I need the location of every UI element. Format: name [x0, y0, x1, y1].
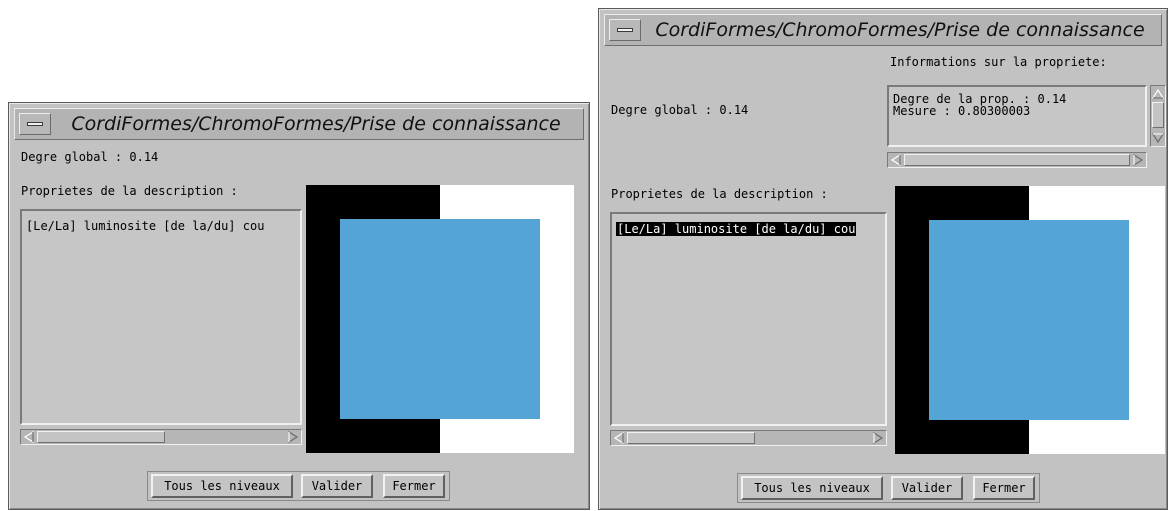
minus-icon: [617, 28, 633, 32]
preview-blue-square: [340, 219, 540, 419]
horizontal-scrollbar[interactable]: [610, 430, 887, 446]
scrollbar-thumb[interactable]: [1152, 102, 1164, 128]
validate-button[interactable]: Valider: [891, 476, 963, 500]
all-levels-button[interactable]: Tous les niveaux: [151, 474, 293, 498]
color-preview: [306, 185, 574, 453]
arrow-up-icon[interactable]: [1151, 87, 1165, 101]
all-levels-button[interactable]: Tous les niveaux: [741, 476, 883, 500]
arrow-left-icon[interactable]: [22, 430, 36, 444]
properties-list[interactable]: [Le/La] luminosite [de la/du] cou: [20, 209, 302, 425]
property-measure-text: Mesure : 0.80300003: [893, 104, 1031, 118]
window-left: CordiFormes/ChromoFormes/Prise de connai…: [8, 102, 590, 510]
window-title: CordiFormes/ChromoFormes/Prise de connai…: [71, 113, 561, 135]
scrollbar-thumb[interactable]: [37, 431, 165, 443]
title-bar[interactable]: CordiFormes/ChromoFormes/Prise de connai…: [14, 108, 584, 140]
horizontal-scrollbar[interactable]: [887, 152, 1147, 168]
list-item[interactable]: [Le/La] luminosite [de la/du] cou: [26, 219, 264, 233]
validate-button[interactable]: Valider: [301, 474, 373, 498]
window-right: CordiFormes/ChromoFormes/Prise de connai…: [598, 8, 1168, 510]
close-button[interactable]: Fermer: [973, 476, 1035, 500]
properties-label: Proprietes de la description :: [611, 187, 828, 201]
arrow-left-icon[interactable]: [612, 431, 626, 445]
title-bar[interactable]: CordiFormes/ChromoFormes/Prise de connai…: [604, 14, 1162, 46]
global-degree-label: Degre global : 0.14: [21, 150, 159, 164]
preview-blue-square: [929, 220, 1129, 420]
global-degree-label: Degre global : 0.14: [611, 103, 749, 117]
color-preview: [895, 186, 1165, 454]
arrow-down-icon[interactable]: [1151, 131, 1165, 145]
properties-list[interactable]: [Le/La] luminosite [de la/du] cou: [610, 212, 887, 426]
close-button[interactable]: Fermer: [383, 474, 445, 498]
arrow-left-icon[interactable]: [889, 153, 903, 167]
arrow-right-icon[interactable]: [286, 430, 300, 444]
scrollbar-thumb[interactable]: [904, 154, 1130, 166]
info-label: Informations sur la propriete:: [890, 55, 1107, 69]
scrollbar-thumb[interactable]: [627, 432, 755, 444]
horizontal-scrollbar[interactable]: [20, 429, 302, 445]
list-item[interactable]: [Le/La] luminosite [de la/du] cou: [616, 222, 857, 236]
arrow-right-icon[interactable]: [1131, 153, 1145, 167]
minus-icon: [27, 122, 43, 126]
window-menu-button[interactable]: [609, 19, 641, 41]
arrow-right-icon[interactable]: [871, 431, 885, 445]
properties-label: Proprietes de la description :: [21, 184, 238, 198]
window-menu-button[interactable]: [19, 113, 51, 135]
property-info-box: Degre de la prop. : 0.14 Mesure : 0.8030…: [887, 85, 1147, 147]
vertical-scrollbar[interactable]: [1150, 85, 1166, 147]
window-title: CordiFormes/ChromoFormes/Prise de connai…: [655, 19, 1145, 41]
